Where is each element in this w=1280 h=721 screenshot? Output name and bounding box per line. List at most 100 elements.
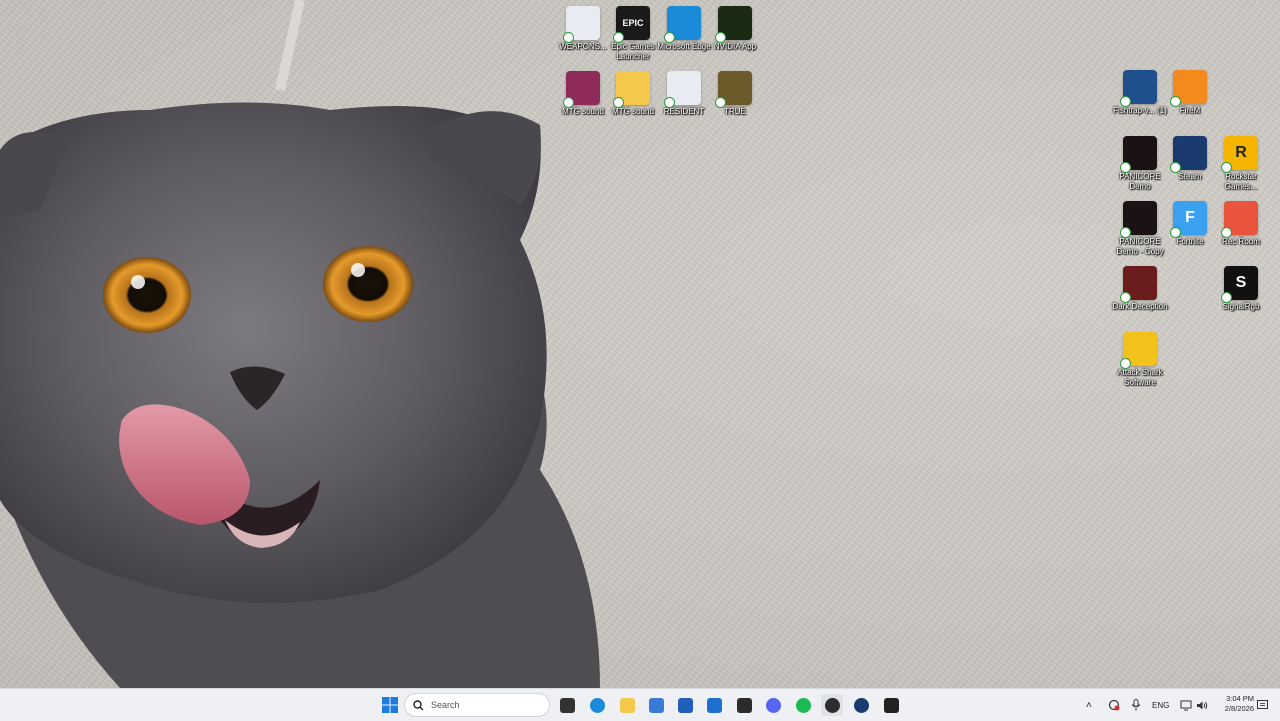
start-button[interactable] [379,694,401,716]
volume-button[interactable] [1196,689,1208,721]
sync-status-icon [1221,292,1232,303]
obs-icon [824,697,840,713]
network-icon [1180,700,1192,710]
desktop-icon-label: SignalRgb [1222,302,1260,311]
sync-status-icon [715,97,726,108]
microphone-button[interactable] [1131,689,1141,721]
desktop-icon[interactable]: WEAPONS... [555,6,611,52]
windows-logo-icon [382,697,398,713]
taskbar-search-box[interactable]: Search [404,693,550,717]
network-button[interactable] [1180,689,1192,721]
sync-status-icon [664,97,675,108]
chevron-up-icon: ˄ [1086,699,1092,711]
winrar-icon [563,71,600,108]
desktop-icon[interactable]: Steam [1162,136,1218,182]
desktop-icon-label: PANICORE Demo - Copy [1116,237,1164,256]
sync-status-icon [715,32,726,43]
document-shortcut-icon [664,71,701,108]
firem-icon [1170,70,1207,107]
sync-status-icon [1120,292,1131,303]
sync-status-icon [664,32,675,43]
icon-glyph: EPIC [622,18,644,28]
desktop-icon-label: WEAPONS... [559,42,607,51]
taskbar-app-button[interactable] [850,694,872,716]
desktop-icon-label: Rockstar Games... [1224,172,1258,191]
desktop-icon-label: Fishtrap-v... (1) [1113,106,1167,115]
rec-room-icon [1221,201,1258,238]
taskbar-app-button[interactable] [586,694,608,716]
notification-icon [1257,699,1268,709]
epic-games-icon [736,697,752,713]
desktop-icon-label: Epic Games Launcher [611,42,655,61]
taskbar: Search ˄ ENG 3:04 PM 2/8/2026 [0,688,1280,721]
fishtrap-icon [1120,70,1157,107]
steam-icon [1170,136,1207,173]
panicore-icon [1120,136,1157,173]
desktop-icon-label: FireM [1179,106,1201,115]
taskbar-app-button[interactable] [645,694,667,716]
sync-status-icon [613,97,624,108]
desktop-icon[interactable]: EPIC Epic Games Launcher [605,6,661,62]
desktop-icon-label: PANICORE Demo [1119,172,1161,191]
desktop-icon[interactable]: TRUE [707,71,763,117]
taskbar-app-button[interactable] [616,694,638,716]
panicore-icon [1120,201,1157,238]
language-indicator[interactable]: ENG [1152,689,1169,721]
rockstar-icon: R [1221,136,1258,173]
desktop-icon[interactable]: PANICORE Demo - Copy [1112,201,1168,257]
tray-overflow-button[interactable]: ˄ [1086,689,1092,721]
taskbar-app-button[interactable] [762,694,784,716]
nvidia-icon [715,6,752,43]
search-icon [413,699,424,710]
language-label: ENG [1152,700,1170,710]
desktop-icon-label: Fortnite [1176,237,1204,246]
desktop-icon[interactable]: NVIDIA App [707,6,763,52]
desktop-icon[interactable]: Microsoft Edge [656,6,712,52]
taskbar-app-button[interactable] [733,694,755,716]
sync-status-icon [563,32,574,43]
taskbar-app-button[interactable] [821,694,843,716]
desktop-icon[interactable]: FireM [1162,70,1218,116]
notification-center-button[interactable] [1257,689,1268,721]
desktop-icon[interactable]: PANICORE Demo [1112,136,1168,192]
desktop-icon[interactable]: R Rockstar Games... [1213,136,1269,192]
desktop-icon[interactable]: MTG sound [555,71,611,117]
desktop-icon[interactable]: RESIDENT [656,71,712,117]
desktop-icon-label: MTG sound [612,107,654,116]
calculator-icon [677,697,693,713]
fortnite-icon: F [1170,201,1207,238]
app-icon [883,697,899,713]
taskbar-app-button[interactable] [792,694,814,716]
sync-status-icon [1120,227,1131,238]
sync-status-icon [563,97,574,108]
sync-status-icon [1120,162,1131,173]
tray-app-icon[interactable] [1108,689,1120,721]
taskbar-app-button[interactable] [880,694,902,716]
desktop-icon[interactable]: F Fortnite [1162,201,1218,247]
sync-status-icon [1120,358,1131,369]
taskbar-app-button[interactable] [674,694,696,716]
taskbar-app-button[interactable] [703,694,725,716]
file-explorer-icon [619,697,635,713]
clock-date: 2/8/2026 [1224,704,1254,713]
task-view-icon [559,697,575,713]
desktop-icon[interactable]: Dark Deception [1112,266,1168,312]
desktop-icon-label: Dark Deception [1112,302,1168,311]
desktop-icon[interactable]: MTG sound [605,71,661,117]
edge-icon [664,6,701,43]
desktop-icon-label: Rec Room [1222,237,1260,246]
taskbar-clock[interactable]: 3:04 PM 2/8/2026 [1212,694,1254,714]
signalrgb-icon: S [1221,266,1258,303]
desktop-icon[interactable]: S SignalRgb [1213,266,1269,312]
taskbar-app-button[interactable] [556,694,578,716]
desktop-icon[interactable]: Rec Room [1213,201,1269,247]
desktop-icon[interactable]: Fishtrap-v... (1) [1112,70,1168,116]
true-app-icon [715,71,752,108]
sync-status-icon [1170,162,1181,173]
outlook-icon [706,697,722,713]
spotify-icon [795,697,811,713]
desktop-icon[interactable]: Attack Shark Software [1112,332,1168,388]
tray-status-icon [1108,699,1120,711]
sync-status-icon [1120,96,1131,107]
sync-status-icon [1170,227,1181,238]
